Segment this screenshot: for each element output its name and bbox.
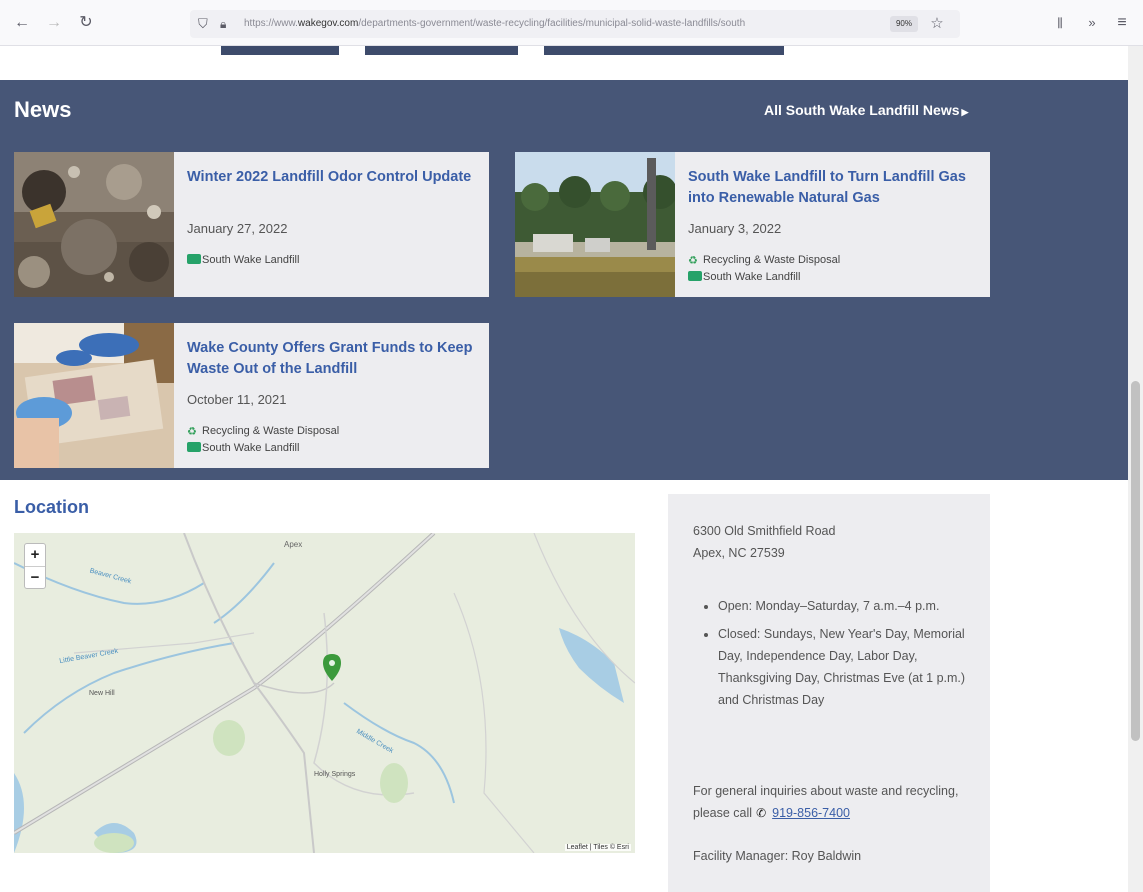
forward-arrow-icon[interactable]: →	[44, 13, 64, 33]
address: 6300 Old Smithfield Road Apex, NC 27539	[693, 520, 835, 564]
menu-icon[interactable]: ≡	[1112, 13, 1132, 33]
news-card-tags: ♻ Recycling & Waste Disposal South Wake L…	[187, 423, 339, 457]
news-card[interactable]: South Wake Landfill to Turn Landfill Gas…	[515, 152, 990, 297]
news-section: News All South Wake Landfill News ▶ Winte…	[0, 80, 1128, 480]
phone-link[interactable]: 919-856-7400	[772, 806, 850, 820]
news-card-date: January 27, 2022	[187, 221, 288, 236]
page-scrollbar[interactable]	[1128, 46, 1143, 892]
tag-south-wake-landfill: South Wake Landfill	[688, 269, 840, 286]
location-info-panel: 6300 Old Smithfield Road Apex, NC 27539 …	[668, 494, 990, 892]
address-line2: Apex, NC 27539	[693, 546, 785, 560]
zoom-out-button[interactable]: −	[25, 566, 45, 588]
landfill-truck-icon	[187, 442, 201, 452]
back-arrow-icon[interactable]: ←	[12, 13, 32, 33]
recycle-icon: ♻	[688, 255, 698, 267]
zoom-in-button[interactable]: +	[25, 544, 45, 566]
news-card-date: October 11, 2021	[187, 392, 287, 407]
browser-toolbar: ← → ↻ ⛉ 🔒︎ https://www.wakegov.com/depar…	[0, 0, 1143, 46]
shield-icon[interactable]: ⛉	[198, 15, 214, 33]
map-label: New Hill	[89, 690, 115, 697]
lock-icon[interactable]: 🔒︎	[220, 15, 234, 33]
landfill-truck-icon	[688, 271, 702, 281]
bookmark-star-icon[interactable]: ☆	[928, 14, 946, 34]
nav-button-stub[interactable]	[365, 46, 518, 55]
nav-button-stub[interactable]	[221, 46, 339, 55]
map-label: Holly Springs	[314, 771, 356, 778]
news-thumbnail-gloves[interactable]	[14, 323, 174, 468]
tag-recycling-waste-disposal: ♻ Recycling & Waste Disposal	[688, 254, 841, 267]
news-heading: News	[14, 97, 72, 122]
overflow-chevron-icon[interactable]: »	[1082, 13, 1102, 33]
recycle-icon: ♻	[187, 426, 197, 438]
news-card-tags: South Wake Landfill	[187, 252, 299, 269]
all-news-link[interactable]: All South Wake Landfill News ▶	[764, 102, 968, 118]
facility-manager: Facility Manager: Roy Baldwin	[693, 849, 862, 863]
nav-button-stub[interactable]	[544, 46, 784, 55]
news-card[interactable]: Wake County Offers Grant Funds to Keep W…	[14, 323, 489, 468]
address-bar[interactable]: ⛉ 🔒︎ https://www.wakegov.com/departments…	[190, 10, 960, 38]
phone-icon: ✆	[756, 806, 767, 820]
zoom-level-badge[interactable]: 90%	[890, 16, 918, 32]
hours-item: Open: Monday–Saturday, 7 a.m.–4 p.m.	[718, 595, 968, 617]
map-zoom-control: + −	[24, 543, 46, 589]
tag-south-wake-landfill: South Wake Landfill	[187, 440, 339, 457]
news-card-title[interactable]: South Wake Landfill to Turn Landfill Gas…	[688, 167, 978, 209]
news-card-date: January 3, 2022	[688, 221, 782, 236]
map-attribution[interactable]: Leaflet | Tiles © Esri	[564, 844, 631, 851]
location-heading: Location	[14, 497, 89, 517]
news-card-title[interactable]: Winter 2022 Landfill Odor Control Update	[187, 167, 477, 188]
library-icon[interactable]: ⫼	[1050, 13, 1070, 33]
reload-icon[interactable]: ↻	[76, 13, 96, 33]
news-card-tags: ♻ Recycling & Waste Disposal South Wake L…	[688, 252, 840, 286]
news-thumbnail-gas-facility[interactable]	[515, 152, 675, 297]
inquiry-text: For general inquiries about waste and re…	[693, 780, 973, 824]
news-card[interactable]: Winter 2022 Landfill Odor Control Update…	[14, 152, 489, 297]
location-map[interactable]: + − Apex Beaver Creek Little Beaver Cree…	[14, 533, 635, 853]
landfill-truck-icon	[187, 254, 201, 264]
tag-south-wake-landfill: South Wake Landfill	[187, 252, 299, 269]
scrollbar-thumb[interactable]	[1131, 381, 1140, 741]
map-label: Apex	[284, 540, 303, 549]
hours-item: Closed: Sundays, New Year's Day, Memoria…	[718, 623, 968, 711]
caret-right-icon: ▶	[961, 107, 969, 117]
news-card-title[interactable]: Wake County Offers Grant Funds to Keep W…	[187, 338, 477, 380]
news-thumbnail-landfill[interactable]	[14, 152, 174, 297]
url-text[interactable]: https://www.wakegov.com/departments-gove…	[244, 16, 874, 32]
hours-list: Open: Monday–Saturday, 7 a.m.–4 p.m. Clo…	[718, 595, 968, 717]
address-line1: 6300 Old Smithfield Road	[693, 524, 836, 538]
tag-recycling-waste-disposal: ♻ Recycling & Waste Disposal	[187, 425, 340, 438]
